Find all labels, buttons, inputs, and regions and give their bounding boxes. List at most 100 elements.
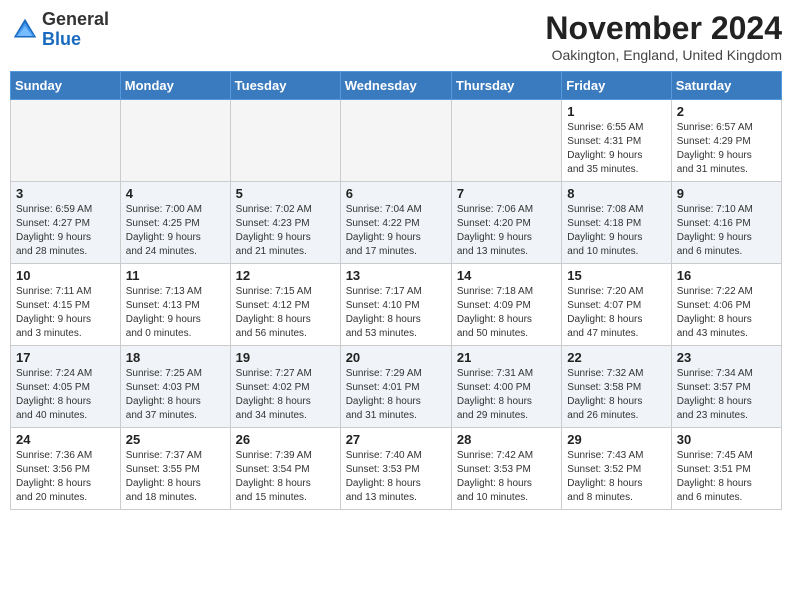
day-number: 26	[236, 432, 335, 447]
day-info: Sunrise: 7:39 AM Sunset: 3:54 PM Dayligh…	[236, 449, 335, 505]
day-number: 16	[677, 268, 776, 283]
day-number: 29	[567, 432, 665, 447]
day-info: Sunrise: 7:45 AM Sunset: 3:51 PM Dayligh…	[677, 449, 776, 505]
calendar-cell: 14 Sunrise: 7:18 AM Sunset: 4:09 PM Dayli…	[451, 264, 561, 346]
day-info: Sunrise: 7:13 AM Sunset: 4:13 PM Dayligh…	[126, 285, 225, 341]
calendar-cell: 9Sunrise: 7:10 AM Sunset: 4:16 PM Daylig…	[671, 182, 781, 264]
calendar-cell: 4Sunrise: 7:00 AM Sunset: 4:25 PM Daylig…	[120, 182, 230, 264]
calendar-header-monday: Monday	[120, 72, 230, 100]
calendar-header-sunday: Sunday	[11, 72, 121, 100]
calendar-cell: 3 Sunrise: 6:59 AM Sunset: 4:27 PM Daylig…	[11, 182, 121, 264]
calendar-cell: 12Sunrise: 7:15 AM Sunset: 4:12 PM Dayli…	[230, 264, 340, 346]
day-number: 22	[567, 350, 665, 365]
day-number: 8	[567, 186, 665, 201]
calendar-cell: 19 Sunrise: 7:27 AM Sunset: 4:02 PM Dayli…	[230, 346, 340, 428]
day-number: 28	[457, 432, 556, 447]
day-number: 20	[346, 350, 446, 365]
day-info: Sunrise: 7:32 AM Sunset: 3:58 PM Dayligh…	[567, 367, 665, 423]
calendar-cell: 5Sunrise: 7:02 AM Sunset: 4:23 PM Daylig…	[230, 182, 340, 264]
day-number: 10	[16, 268, 115, 283]
day-number: 13	[346, 268, 446, 283]
calendar-week-row: 3 Sunrise: 6:59 AM Sunset: 4:27 PM Daylig…	[11, 182, 782, 264]
calendar-header-saturday: Saturday	[671, 72, 781, 100]
calendar-cell: 11 Sunrise: 7:13 AM Sunset: 4:13 PM Dayli…	[120, 264, 230, 346]
location: Oakington, England, United Kingdom	[545, 47, 782, 63]
calendar-cell: 17 Sunrise: 7:24 AM Sunset: 4:05 PM Dayli…	[11, 346, 121, 428]
calendar-week-row: 17 Sunrise: 7:24 AM Sunset: 4:05 PM Dayli…	[11, 346, 782, 428]
day-number: 25	[126, 432, 225, 447]
logo-text: General Blue	[42, 10, 109, 50]
calendar-cell: 6Sunrise: 7:04 AM Sunset: 4:22 PM Daylig…	[340, 182, 451, 264]
calendar-header-tuesday: Tuesday	[230, 72, 340, 100]
day-number: 3	[16, 186, 115, 201]
day-info: Sunrise: 7:11 AM Sunset: 4:15 PM Dayligh…	[16, 285, 115, 341]
day-number: 6	[346, 186, 446, 201]
calendar-cell: 23Sunrise: 7:34 AM Sunset: 3:57 PM Dayli…	[671, 346, 781, 428]
calendar-cell: 27Sunrise: 7:40 AM Sunset: 3:53 PM Dayli…	[340, 428, 451, 510]
calendar-cell	[230, 100, 340, 182]
day-info: Sunrise: 7:29 AM Sunset: 4:01 PM Dayligh…	[346, 367, 446, 423]
calendar-cell: 8 Sunrise: 7:08 AM Sunset: 4:18 PM Daylig…	[562, 182, 671, 264]
day-number: 21	[457, 350, 556, 365]
calendar-cell: 28 Sunrise: 7:42 AM Sunset: 3:53 PM Dayli…	[451, 428, 561, 510]
title-area: November 2024 Oakington, England, United…	[545, 10, 782, 63]
day-info: Sunrise: 7:02 AM Sunset: 4:23 PM Dayligh…	[236, 203, 335, 259]
day-info: Sunrise: 7:22 AM Sunset: 4:06 PM Dayligh…	[677, 285, 776, 341]
header: General Blue November 2024 Oakington, En…	[10, 10, 782, 63]
calendar-week-row: 24 Sunrise: 7:36 AM Sunset: 3:56 PM Dayli…	[11, 428, 782, 510]
calendar-cell: 7 Sunrise: 7:06 AM Sunset: 4:20 PM Daylig…	[451, 182, 561, 264]
day-info: Sunrise: 7:20 AM Sunset: 4:07 PM Dayligh…	[567, 285, 665, 341]
day-number: 15	[567, 268, 665, 283]
day-info: Sunrise: 7:34 AM Sunset: 3:57 PM Dayligh…	[677, 367, 776, 423]
day-info: Sunrise: 7:31 AM Sunset: 4:00 PM Dayligh…	[457, 367, 556, 423]
day-number: 11	[126, 268, 225, 283]
calendar-cell: 22 Sunrise: 7:32 AM Sunset: 3:58 PM Dayli…	[562, 346, 671, 428]
calendar-cell: 18Sunrise: 7:25 AM Sunset: 4:03 PM Dayli…	[120, 346, 230, 428]
calendar-week-row: 10 Sunrise: 7:11 AM Sunset: 4:15 PM Dayli…	[11, 264, 782, 346]
calendar-cell: 21 Sunrise: 7:31 AM Sunset: 4:00 PM Dayli…	[451, 346, 561, 428]
calendar-header-wednesday: Wednesday	[340, 72, 451, 100]
day-info: Sunrise: 7:10 AM Sunset: 4:16 PM Dayligh…	[677, 203, 776, 259]
month-title: November 2024	[545, 10, 782, 47]
calendar-cell: 20 Sunrise: 7:29 AM Sunset: 4:01 PM Dayli…	[340, 346, 451, 428]
day-info: Sunrise: 7:25 AM Sunset: 4:03 PM Dayligh…	[126, 367, 225, 423]
logo: General Blue	[10, 10, 109, 50]
day-info: Sunrise: 6:55 AM Sunset: 4:31 PM Dayligh…	[567, 121, 665, 177]
day-info: Sunrise: 7:43 AM Sunset: 3:52 PM Dayligh…	[567, 449, 665, 505]
day-number: 27	[346, 432, 446, 447]
day-info: Sunrise: 6:59 AM Sunset: 4:27 PM Dayligh…	[16, 203, 115, 259]
calendar-cell: 2 Sunrise: 6:57 AM Sunset: 4:29 PM Daylig…	[671, 100, 781, 182]
day-number: 19	[236, 350, 335, 365]
calendar-header-friday: Friday	[562, 72, 671, 100]
day-info: Sunrise: 7:18 AM Sunset: 4:09 PM Dayligh…	[457, 285, 556, 341]
day-number: 14	[457, 268, 556, 283]
calendar-cell: 30 Sunrise: 7:45 AM Sunset: 3:51 PM Dayli…	[671, 428, 781, 510]
day-number: 7	[457, 186, 556, 201]
calendar-cell: 24 Sunrise: 7:36 AM Sunset: 3:56 PM Dayli…	[11, 428, 121, 510]
calendar: SundayMondayTuesdayWednesdayThursdayFrid…	[10, 71, 782, 510]
day-number: 17	[16, 350, 115, 365]
day-info: Sunrise: 7:24 AM Sunset: 4:05 PM Dayligh…	[16, 367, 115, 423]
day-info: Sunrise: 7:37 AM Sunset: 3:55 PM Dayligh…	[126, 449, 225, 505]
day-number: 4	[126, 186, 225, 201]
calendar-cell: 10 Sunrise: 7:11 AM Sunset: 4:15 PM Dayli…	[11, 264, 121, 346]
day-info: Sunrise: 7:08 AM Sunset: 4:18 PM Dayligh…	[567, 203, 665, 259]
day-number: 30	[677, 432, 776, 447]
day-info: Sunrise: 7:36 AM Sunset: 3:56 PM Dayligh…	[16, 449, 115, 505]
calendar-cell	[451, 100, 561, 182]
day-info: Sunrise: 7:27 AM Sunset: 4:02 PM Dayligh…	[236, 367, 335, 423]
calendar-cell	[340, 100, 451, 182]
calendar-header-thursday: Thursday	[451, 72, 561, 100]
day-info: Sunrise: 7:42 AM Sunset: 3:53 PM Dayligh…	[457, 449, 556, 505]
calendar-cell: 16 Sunrise: 7:22 AM Sunset: 4:06 PM Dayli…	[671, 264, 781, 346]
logo-icon	[10, 15, 40, 45]
day-number: 24	[16, 432, 115, 447]
day-number: 2	[677, 104, 776, 119]
day-info: Sunrise: 6:57 AM Sunset: 4:29 PM Dayligh…	[677, 121, 776, 177]
calendar-cell: 13Sunrise: 7:17 AM Sunset: 4:10 PM Dayli…	[340, 264, 451, 346]
day-number: 1	[567, 104, 665, 119]
calendar-cell: 26 Sunrise: 7:39 AM Sunset: 3:54 PM Dayli…	[230, 428, 340, 510]
day-info: Sunrise: 7:06 AM Sunset: 4:20 PM Dayligh…	[457, 203, 556, 259]
calendar-cell: 1 Sunrise: 6:55 AM Sunset: 4:31 PM Daylig…	[562, 100, 671, 182]
calendar-header-row: SundayMondayTuesdayWednesdayThursdayFrid…	[11, 72, 782, 100]
